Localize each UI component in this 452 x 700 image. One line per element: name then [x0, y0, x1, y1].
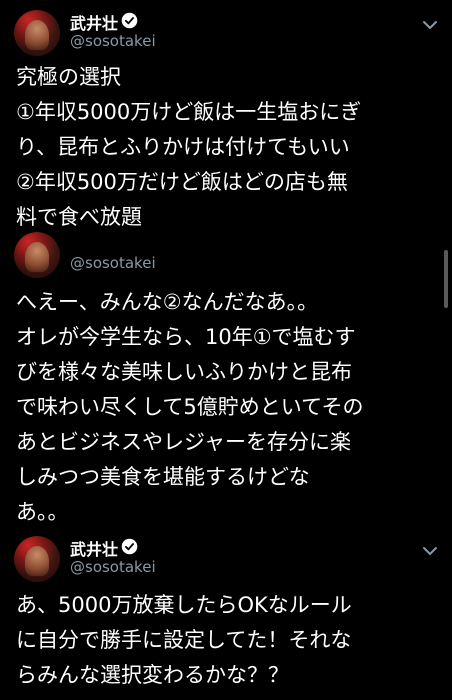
tweet-text: 究極の選択 ①年収5000万けど飯は一生塩おにぎ り、昆布とふりかけは付けてもい… — [16, 60, 446, 235]
cropped-name-area — [70, 240, 220, 244]
tweet-line: しみつつ美食を堪能するけどな — [16, 465, 310, 489]
tweet-2[interactable]: @sosotakei へえー、みんな②なんだなあ。。 オレが今学生なら、10年①… — [0, 232, 452, 524]
avatar[interactable] — [14, 10, 60, 56]
verified-badge-icon — [121, 12, 138, 29]
tweet-1[interactable]: 武井壮 @sosotakei 究極の選択 ①年収5000万けど飯は一生塩おにぎ … — [0, 0, 452, 240]
handle[interactable]: @sosotakei — [70, 558, 156, 576]
tweet-line: ②年収500万だけど飯はどの店も無 — [16, 170, 348, 194]
tweet-text: あ、5000万放棄したらOKなルール に自分で勝手に設定してた！それな らみんな… — [16, 588, 446, 693]
verified-badge-icon — [121, 538, 138, 555]
tweet-line: に自分で勝手に設定してた！それな — [16, 628, 352, 652]
tweet-line: あ、5000万放棄したらOKなルール — [16, 593, 352, 617]
display-name[interactable]: 武井壮 — [70, 536, 118, 560]
tweet-line: へえー、みんな②なんだなあ。。 — [16, 290, 319, 314]
tweet-3[interactable]: 武井壮 @sosotakei あ、5000万放棄したらOKなルール に自分で勝手… — [0, 522, 452, 700]
chevron-down-icon[interactable] — [422, 20, 438, 30]
handle[interactable]: @sosotakei — [70, 254, 156, 272]
display-name[interactable]: 武井壮 — [70, 10, 118, 34]
chevron-down-icon[interactable] — [422, 546, 438, 556]
handle[interactable]: @sosotakei — [70, 32, 156, 50]
tweet-line: ①年収5000万けど飯は一生塩おにぎ — [16, 100, 362, 124]
tweet-line: あとビジネスやレジャーを存分に楽 — [16, 430, 351, 454]
avatar[interactable] — [14, 536, 60, 582]
tweet-line: り、昆布とふりかけは付けてもいい — [16, 135, 350, 159]
tweet-line: びを様々な美味しいふりかけと昆布 — [16, 360, 352, 384]
avatar[interactable] — [14, 232, 60, 278]
tweet-line: 究極の選択 — [16, 65, 121, 89]
tweet-line: で味わい尽くして5億貯めといてその — [16, 395, 364, 419]
tweet-line: 料で食べ放題 — [16, 205, 142, 229]
tweet-text: へえー、みんな②なんだなあ。。 オレが今学生なら、10年①で塩むす びを様々な美… — [16, 285, 446, 530]
tweet-line: オレが今学生なら、10年①で塩むす — [16, 325, 356, 349]
tweet-line: らみんな選択変わるかな？？ — [16, 663, 289, 687]
